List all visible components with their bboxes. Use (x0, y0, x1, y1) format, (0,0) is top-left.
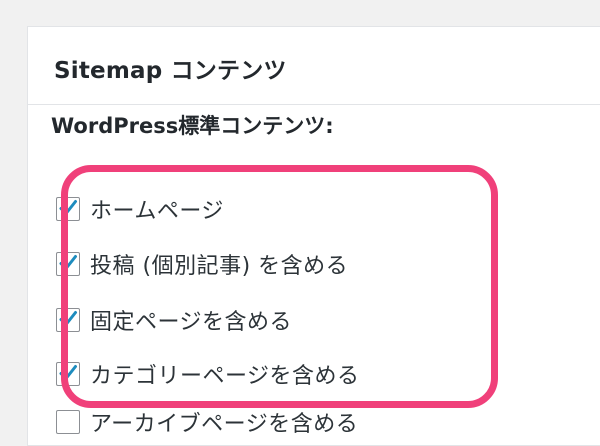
archives-label: アーカイブページを含める (90, 412, 359, 437)
section-heading: WordPress標準コンテンツ: (51, 114, 334, 138)
homepage-label: ホームページ (90, 199, 224, 224)
panel-title: Sitemap コンテンツ (54, 58, 287, 84)
option-posts[interactable]: 投稿 (個別記事) を含める (56, 248, 348, 280)
checkmark-icon (59, 311, 77, 326)
checkmark-icon (59, 255, 77, 270)
pages-checkbox[interactable] (56, 308, 80, 332)
posts-checkbox[interactable] (56, 252, 80, 276)
checkmark-icon (59, 200, 77, 215)
categories-label: カテゴリーページを含める (90, 364, 360, 389)
homepage-checkbox[interactable] (56, 197, 80, 221)
option-categories[interactable]: カテゴリーページを含める (56, 358, 360, 390)
pages-label: 固定ページを含める (90, 310, 293, 335)
posts-label: 投稿 (個別記事) を含める (90, 254, 349, 279)
categories-checkbox[interactable] (56, 362, 80, 386)
archives-checkbox[interactable] (56, 410, 80, 434)
checkmark-icon (59, 365, 77, 380)
option-archives[interactable]: アーカイブページを含める (56, 406, 358, 438)
option-pages[interactable]: 固定ページを含める (56, 304, 292, 336)
option-homepage[interactable]: ホームページ (56, 193, 224, 225)
panel-header: Sitemap コンテンツ (28, 27, 600, 105)
